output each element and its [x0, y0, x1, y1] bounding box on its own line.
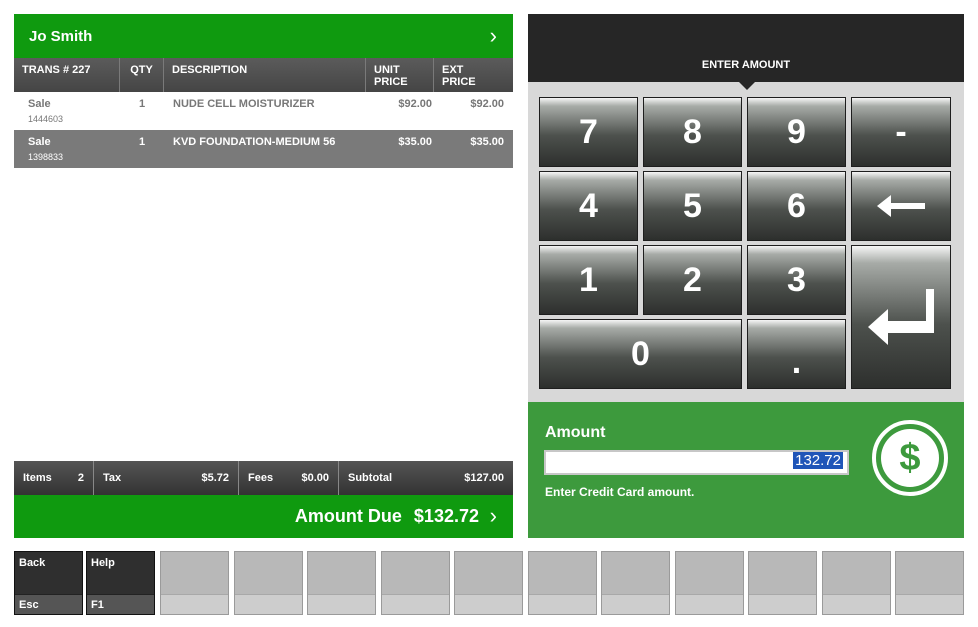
key-2[interactable]: 2: [643, 245, 742, 315]
row-ext-price: $92.00: [470, 98, 504, 110]
row-type: Sale: [28, 98, 51, 110]
row-description: NUDE CELL MOISTURIZER: [173, 98, 315, 110]
back-button[interactable]: Back Esc: [14, 551, 83, 615]
row-unit-price: $35.00: [398, 136, 432, 148]
tax-total: Tax $5.72: [94, 461, 239, 495]
chevron-right-icon: ›: [489, 503, 497, 528]
amount-due-value: $132.72: [413, 506, 479, 526]
amount-panel: Amount 132.72 Enter Credit Card amount. …: [528, 402, 964, 538]
enter-arrow-icon: [868, 289, 934, 345]
key-6[interactable]: 6: [747, 171, 846, 241]
fees-label: Fees: [248, 472, 274, 484]
function-key-empty[interactable]: [160, 551, 229, 615]
amount-hint: Enter Credit Card amount.: [545, 485, 695, 499]
items-label: Items: [23, 472, 52, 484]
row-qty: 1: [138, 98, 146, 110]
key-4[interactable]: 4: [539, 171, 638, 241]
dollar-sign-icon: $: [881, 429, 939, 487]
function-key-empty[interactable]: [381, 551, 450, 615]
key-0[interactable]: 0: [539, 319, 742, 389]
help-label: Help: [91, 557, 115, 569]
header-ext-price-line2: PRICE: [442, 76, 476, 88]
fees-value: $0.00: [301, 472, 329, 484]
items-count: Items 2: [14, 461, 94, 495]
subtotal: Subtotal $127.00: [339, 461, 513, 495]
function-key-empty[interactable]: [895, 551, 964, 615]
dollar-circle-icon[interactable]: $: [872, 420, 948, 496]
subtotal-label: Subtotal: [348, 472, 392, 484]
customer-bar[interactable]: Jo Smith ›: [14, 14, 513, 58]
tax-value: $5.72: [201, 472, 229, 484]
pointer-triangle-icon: [739, 82, 755, 90]
header-ext-price-line1: EXT: [442, 64, 464, 76]
row-type: Sale: [28, 136, 51, 148]
key-1[interactable]: 1: [539, 245, 638, 315]
help-button[interactable]: Help F1: [86, 551, 155, 615]
function-key-empty[interactable]: [748, 551, 817, 615]
numeric-keypad: 7 8 9 - 4 5 6 1 2 3 0 .: [528, 82, 964, 402]
fees-total: Fees $0.00: [239, 461, 339, 495]
help-shortcut: F1: [87, 594, 154, 614]
function-key-empty[interactable]: [601, 551, 670, 615]
function-key-empty[interactable]: [675, 551, 744, 615]
backspace-arrow-icon: [877, 195, 925, 217]
header-unit-price-line1: UNIT: [374, 64, 400, 76]
back-shortcut: Esc: [15, 594, 82, 614]
transaction-panel: Jo Smith › TRANS # 227 QTY DESCRIPTION U…: [14, 14, 513, 538]
table-row[interactable]: Sale 1444603 1 NUDE CELL MOISTURIZER $92…: [14, 92, 513, 130]
key-enter[interactable]: [851, 245, 951, 389]
row-code: 1398833: [28, 152, 64, 162]
amount-due-bar[interactable]: Amount Due $132.72 ›: [14, 495, 513, 538]
amount-input[interactable]: 132.72: [544, 450, 849, 475]
header-unit-price-line2: PRICE: [374, 76, 408, 88]
amount-label: Amount: [545, 424, 606, 441]
key-5[interactable]: 5: [643, 171, 742, 241]
function-key-empty[interactable]: [454, 551, 523, 615]
function-key-empty[interactable]: [528, 551, 597, 615]
tax-label: Tax: [103, 472, 122, 484]
customer-name: Jo Smith: [29, 27, 93, 45]
key-backspace[interactable]: [851, 171, 951, 241]
chevron-right-icon: ›: [489, 23, 497, 48]
row-unit-price: $92.00: [398, 98, 432, 110]
table-row[interactable]: Sale 1398833 1 KVD FOUNDATION-MEDIUM 56 …: [14, 130, 513, 168]
line-items: Sale 1444603 1 NUDE CELL MOISTURIZER $92…: [14, 92, 513, 168]
back-label: Back: [19, 557, 46, 569]
key-8[interactable]: 8: [643, 97, 742, 167]
items-value: 2: [77, 472, 84, 484]
key-3[interactable]: 3: [747, 245, 846, 315]
function-key-empty[interactable]: [307, 551, 376, 615]
row-qty: 1: [138, 136, 146, 148]
amount-value: 132.72: [793, 452, 843, 469]
function-key-empty[interactable]: [822, 551, 891, 615]
totals-bar: Items 2 Tax $5.72 Fees $0.00 Subtotal $1…: [14, 461, 513, 495]
keypad-title: ENTER AMOUNT: [701, 59, 791, 71]
key-decimal[interactable]: .: [747, 319, 846, 389]
row-description: KVD FOUNDATION-MEDIUM 56: [173, 136, 336, 148]
payment-panel: ENTER AMOUNT 7 8 9 - 4 5 6 1 2 3 0 . Amo…: [528, 14, 964, 538]
function-key-empty[interactable]: [234, 551, 303, 615]
key-7[interactable]: 7: [539, 97, 638, 167]
keypad-title-bar: ENTER AMOUNT: [528, 14, 964, 90]
key-minus[interactable]: -: [851, 97, 951, 167]
key-9[interactable]: 9: [747, 97, 846, 167]
subtotal-value: $127.00: [464, 472, 504, 484]
amount-due-label: Amount Due: [294, 506, 402, 526]
row-code: 1444603: [28, 114, 64, 124]
row-ext-price: $35.00: [470, 136, 504, 148]
